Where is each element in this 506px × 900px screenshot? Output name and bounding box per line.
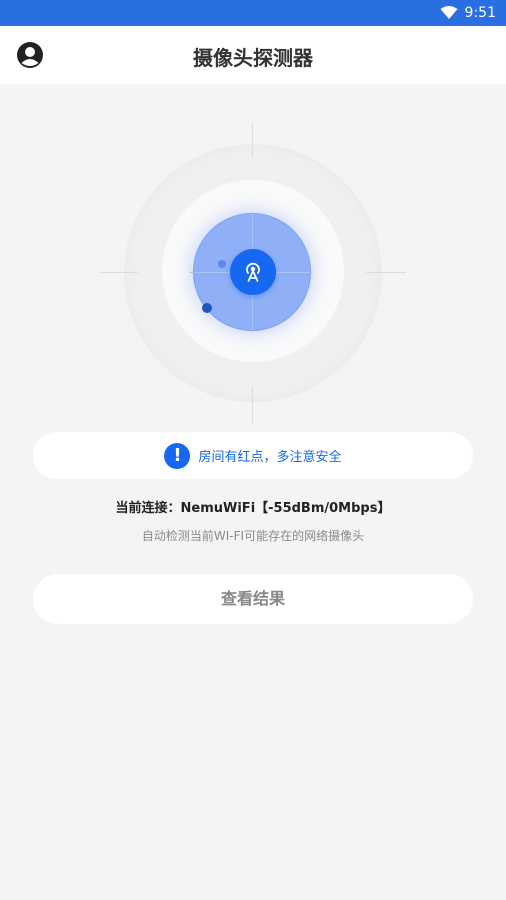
radar-inner-crosshair [252,212,253,250]
radar-blip [218,260,226,268]
radar-inner-crosshair [190,272,232,273]
status-time: 9:51 [464,5,496,21]
radar-crosshair-line [252,386,253,424]
radar-blip [202,303,212,313]
security-alert-banner: ! 房间有红点，多注意安全 [33,432,473,479]
app-bar: 摄像头探测器 [0,26,506,84]
radar-crosshair-line [366,272,406,273]
status-bar: 9:51 [0,0,506,26]
connection-status: 当前连接：NemuWiFi【-55dBm/0Mbps】 [115,501,391,516]
signal-tower-icon [246,262,260,282]
radar-inner-crosshair [252,294,253,332]
radar-crosshair-line [252,122,253,158]
view-results-button[interactable]: 查看结果 [33,574,473,624]
exclamation-icon: ! [164,442,191,469]
alert-text: 房间有红点，多注意安全 [198,450,342,465]
radar-inner-crosshair [274,272,312,273]
radar-center-button[interactable] [230,249,276,295]
scan-description: 自动检测当前WI-FI可能存在的网络摄像头 [141,529,365,543]
radar-crosshair-line [100,272,138,273]
radar-scanner [94,114,412,432]
page-title: 摄像头探测器 [193,46,313,70]
wifi-icon [440,6,458,19]
